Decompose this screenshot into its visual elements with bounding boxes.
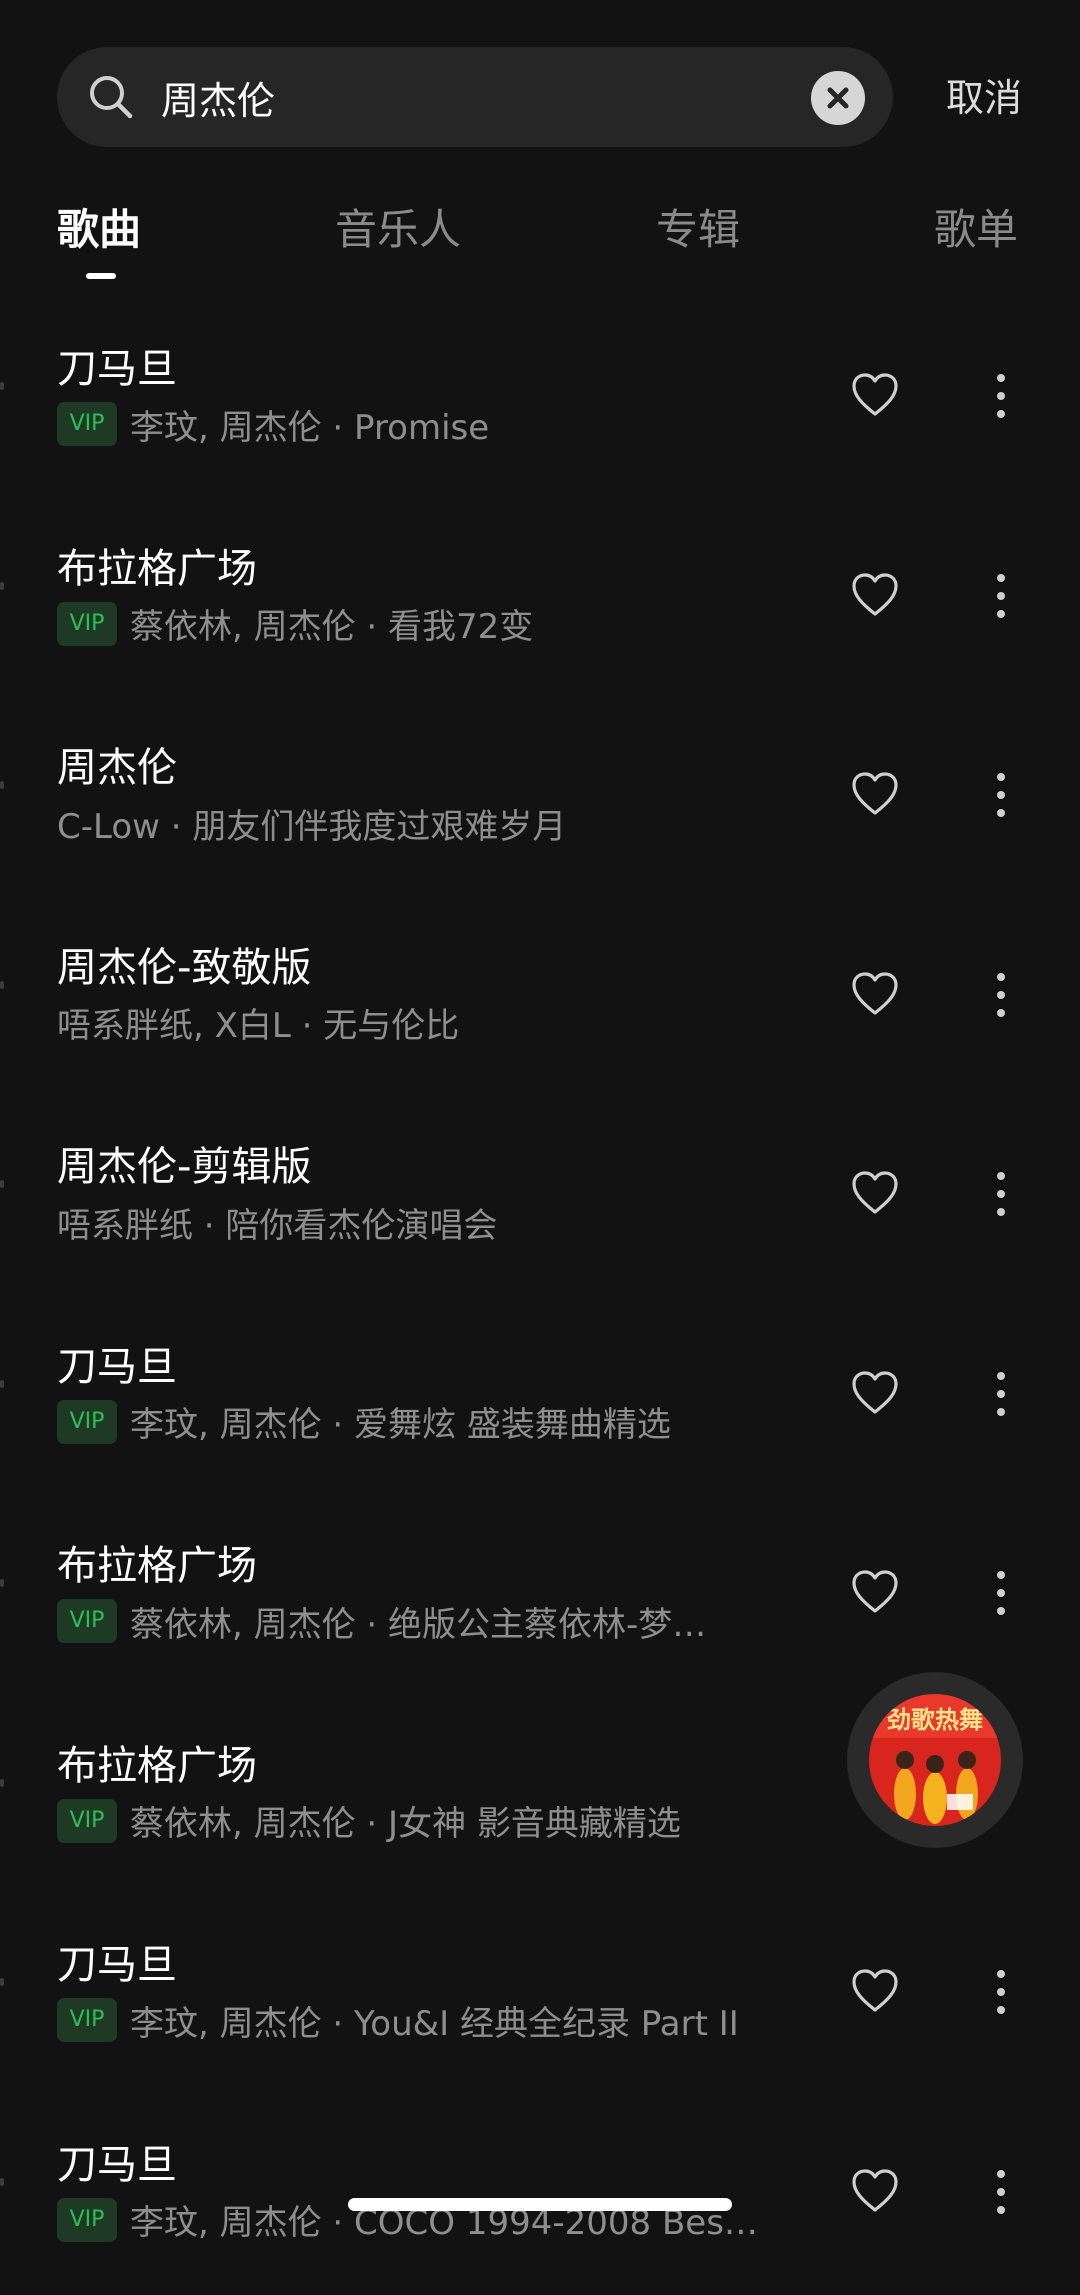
vip-badge: VIP	[57, 1599, 117, 1643]
song-artist-album: 蔡依林, 周杰伦 · 看我72变	[130, 602, 533, 646]
heart-icon[interactable]	[849, 1368, 901, 1420]
more-options-icon[interactable]	[985, 2166, 1017, 2218]
song-title: 周杰伦-致敬版	[57, 941, 311, 995]
tab-playlists[interactable]: 歌单	[934, 200, 1018, 260]
song-row[interactable]: 刀马旦VIP李玟, 周杰伦 · COCO 1994-2008 Bes…	[0, 2096, 1080, 2295]
row-edge-marker	[0, 382, 4, 390]
heart-icon[interactable]	[849, 1966, 901, 2018]
song-row[interactable]: 布拉格广场 VIP 蔡依林, 周杰伦 · 看我72变	[0, 500, 1080, 700]
row-edge-marker	[0, 582, 4, 590]
vip-badge: VIP	[57, 402, 117, 446]
song-artist-album: 李玟, 周杰伦 · Promise	[130, 402, 489, 446]
song-row[interactable]: 周杰伦-剪辑版唔系胖纸 · 陪你看杰伦演唱会	[0, 1098, 1080, 1298]
tab-albums[interactable]: 专辑	[656, 200, 740, 260]
song-artist-album: C-Low · 朋友们伴我度过艰难岁月	[57, 801, 566, 845]
heart-icon[interactable]	[849, 769, 901, 821]
song-row[interactable]: 刀马旦 VIP 李玟, 周杰伦 · You&I 经典全纪录 Part II	[0, 1896, 1080, 2096]
song-artist-album: 唔系胖纸, X白L · 无与伦比	[57, 1001, 459, 1045]
more-options-icon[interactable]	[985, 1168, 1017, 1220]
row-edge-marker	[0, 2178, 4, 2186]
more-options-icon[interactable]	[985, 1368, 1017, 1420]
song-subtitle: 唔系胖纸, X白L · 无与伦比	[57, 1001, 777, 1045]
clear-search-button[interactable]	[811, 71, 865, 125]
tab-artists[interactable]: 音乐人	[335, 200, 461, 260]
row-edge-marker	[0, 981, 4, 989]
song-subtitle: VIP 蔡依林, 周杰伦 · 看我72变	[57, 602, 777, 646]
more-options-icon[interactable]	[985, 969, 1017, 1021]
song-title: 周杰伦-剪辑版	[57, 1140, 311, 1194]
song-artist-album: 李玟, 周杰伦 · You&I 经典全纪录 Part II	[130, 1998, 739, 2042]
more-options-icon[interactable]	[985, 1567, 1017, 1619]
more-options-icon[interactable]	[985, 370, 1017, 422]
more-options-icon[interactable]	[985, 570, 1017, 622]
heart-icon[interactable]	[849, 370, 901, 422]
song-artist-album: 李玟, 周杰伦 · 爱舞炫 盛装舞曲精选	[130, 1400, 671, 1444]
song-title: 布拉格广场	[57, 542, 257, 596]
song-artist-album: 唔系胖纸 · 陪你看杰伦演唱会	[57, 1200, 497, 1244]
more-options-icon[interactable]	[985, 1966, 1017, 2018]
row-edge-marker	[0, 1380, 4, 1388]
song-title: 刀马旦	[57, 2138, 177, 2192]
home-indicator	[348, 2198, 732, 2211]
heart-icon[interactable]	[849, 969, 901, 1021]
song-title: 周杰伦	[57, 741, 177, 795]
heart-icon[interactable]	[849, 2166, 901, 2218]
search-header: 取消	[0, 0, 1080, 190]
row-edge-marker	[0, 1978, 4, 1986]
search-tabs: 歌曲 音乐人 专辑 歌单	[0, 190, 1080, 300]
search-input[interactable]	[161, 69, 761, 125]
song-row[interactable]: 周杰伦 C-Low · 朋友们伴我度过艰难岁月	[0, 699, 1080, 899]
album-cover: 劲歌热舞	[869, 1694, 1001, 1826]
mini-player[interactable]: 劲歌热舞	[847, 1672, 1023, 1848]
song-title: 刀马旦	[57, 1340, 177, 1394]
song-subtitle: 唔系胖纸 · 陪你看杰伦演唱会	[57, 1200, 777, 1244]
song-artist-album: 蔡依林, 周杰伦 · J女神 影音典藏精选	[130, 1799, 681, 1843]
cancel-button[interactable]: 取消	[946, 70, 1022, 126]
row-edge-marker	[0, 1180, 4, 1188]
row-edge-marker	[0, 1579, 4, 1587]
song-row[interactable]: 周杰伦-致敬版唔系胖纸, X白L · 无与伦比	[0, 899, 1080, 1099]
svg-text:劲歌热舞: 劲歌热舞	[887, 1706, 983, 1734]
song-subtitle: C-Low · 朋友们伴我度过艰难岁月	[57, 801, 777, 845]
song-title: 布拉格广场	[57, 1739, 257, 1793]
song-subtitle: VIP 蔡依林, 周杰伦 · J女神 影音典藏精选	[57, 1799, 777, 1843]
vip-badge: VIP	[57, 1998, 117, 2042]
song-list: 刀马旦 VIP 李玟, 周杰伦 · Promise 布拉格广场 VIP 蔡依林, 周杰伦 …	[0, 300, 1080, 2295]
song-subtitle: VIP 蔡依林, 周杰伦 · 绝版公主蔡依林-梦…	[57, 1599, 777, 1643]
active-tab-indicator	[86, 273, 116, 279]
search-bar[interactable]	[57, 47, 893, 147]
heart-icon[interactable]	[849, 1168, 901, 1220]
song-subtitle: VIP 李玟, 周杰伦 · Promise	[57, 402, 777, 446]
close-icon	[811, 71, 865, 125]
song-subtitle: VIP 李玟, 周杰伦 · You&I 经典全纪录 Part II	[57, 1998, 777, 2042]
song-row[interactable]: 刀马旦 VIP 李玟, 周杰伦 · 爱舞炫 盛装舞曲精选	[0, 1298, 1080, 1498]
vip-badge: VIP	[57, 1400, 117, 1444]
row-edge-marker	[0, 781, 4, 789]
search-icon	[87, 73, 135, 121]
song-artist-album: 蔡依林, 周杰伦 · 绝版公主蔡依林-梦…	[130, 1599, 706, 1643]
tab-songs[interactable]: 歌曲	[57, 200, 141, 260]
vip-badge: VIP	[57, 1799, 117, 1843]
song-row[interactable]: 布拉格广场 VIP 蔡依林, 周杰伦 · 绝版公主蔡依林-梦…	[0, 1497, 1080, 1697]
vip-badge: VIP	[57, 602, 117, 646]
row-edge-marker	[0, 1779, 4, 1787]
song-subtitle: VIP 李玟, 周杰伦 · 爱舞炫 盛装舞曲精选	[57, 1400, 777, 1444]
song-title: 刀马旦	[57, 1938, 177, 1992]
heart-icon[interactable]	[849, 570, 901, 622]
heart-icon[interactable]	[849, 1567, 901, 1619]
more-options-icon[interactable]	[985, 769, 1017, 821]
song-row[interactable]: 刀马旦 VIP 李玟, 周杰伦 · Promise	[0, 300, 1080, 500]
song-title: 刀马旦	[57, 342, 177, 396]
song-title: 布拉格广场	[57, 1539, 257, 1593]
